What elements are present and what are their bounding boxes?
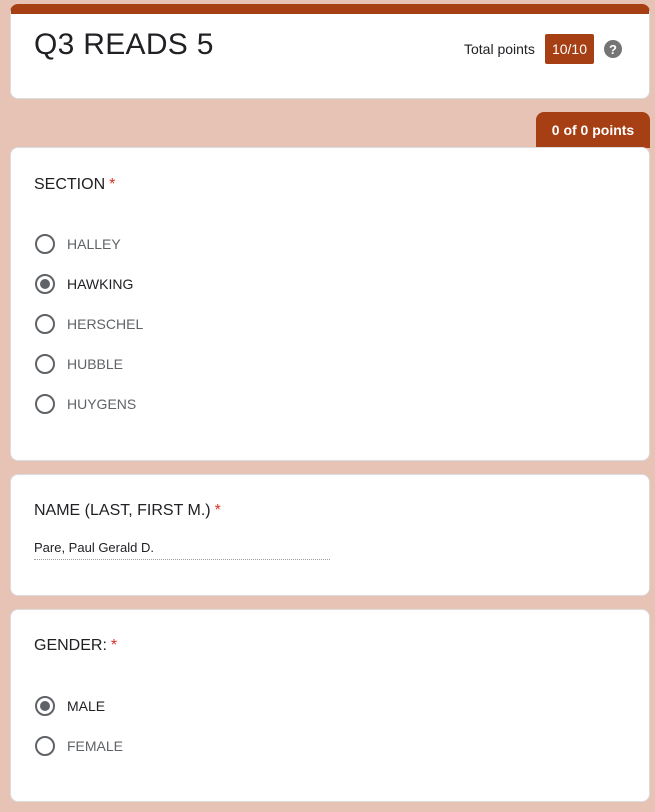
radio-option-halley[interactable]: HALLEY xyxy=(35,233,121,255)
radio-option-hawking[interactable]: HAWKING xyxy=(35,273,133,295)
radio-label: HUBBLE xyxy=(67,356,124,372)
name-answer-field[interactable]: Pare, Paul Gerald D. xyxy=(34,540,330,560)
radio-button[interactable] xyxy=(35,314,55,334)
question-title-text: NAME (LAST, FIRST M.) xyxy=(34,502,211,519)
radio-label: HERSCHEL xyxy=(67,316,144,332)
total-points-label: Total points xyxy=(464,41,535,57)
help-icon[interactable]: ? xyxy=(604,40,622,58)
question-title-text: SECTION xyxy=(34,176,106,193)
required-asterisk: * xyxy=(110,637,118,654)
radio-button[interactable] xyxy=(35,394,55,414)
question-title-text: GENDER: xyxy=(34,637,107,654)
radio-label: FEMALE xyxy=(67,738,124,754)
section-points-tab: 0 of 0 points xyxy=(536,112,650,148)
radio-button[interactable] xyxy=(35,234,55,254)
radio-option-huygens[interactable]: HUYGENS xyxy=(35,393,136,415)
radio-option-female[interactable]: FEMALE xyxy=(35,735,123,757)
radio-option-herschel[interactable]: HERSCHEL xyxy=(35,313,143,335)
radio-button-checked[interactable] xyxy=(35,696,55,716)
radio-label: HALLEY xyxy=(67,236,121,252)
form-title: Q3 READS 5 xyxy=(34,28,214,61)
question-name-card: NAME (LAST, FIRST M.) * Pare, Paul Gerald… xyxy=(10,474,650,596)
question-title: SECTION * xyxy=(34,176,115,194)
question-section-card: SECTION * HALLEY HAWKING HERSCHEL HUBBLE … xyxy=(10,147,650,461)
radio-button[interactable] xyxy=(35,354,55,374)
radio-label: HAWKING xyxy=(67,276,134,292)
required-asterisk: * xyxy=(109,176,116,193)
radio-label: HUYGENS xyxy=(67,396,137,412)
question-gender-card: GENDER: * MALE FEMALE xyxy=(10,609,650,802)
radio-label: MALE xyxy=(67,698,106,714)
total-points-badge: 10/10 xyxy=(545,34,594,64)
radio-option-hubble[interactable]: HUBBLE xyxy=(35,353,123,375)
radio-button[interactable] xyxy=(35,736,55,756)
question-title: NAME (LAST, FIRST M.) * xyxy=(34,502,221,520)
question-title: GENDER: * xyxy=(34,637,117,655)
form-header-card: Q3 READS 5 Total points 10/10 ? xyxy=(10,4,650,99)
radio-option-male[interactable]: MALE xyxy=(35,695,105,717)
radio-button-checked[interactable] xyxy=(35,274,55,294)
required-asterisk: * xyxy=(214,502,221,519)
